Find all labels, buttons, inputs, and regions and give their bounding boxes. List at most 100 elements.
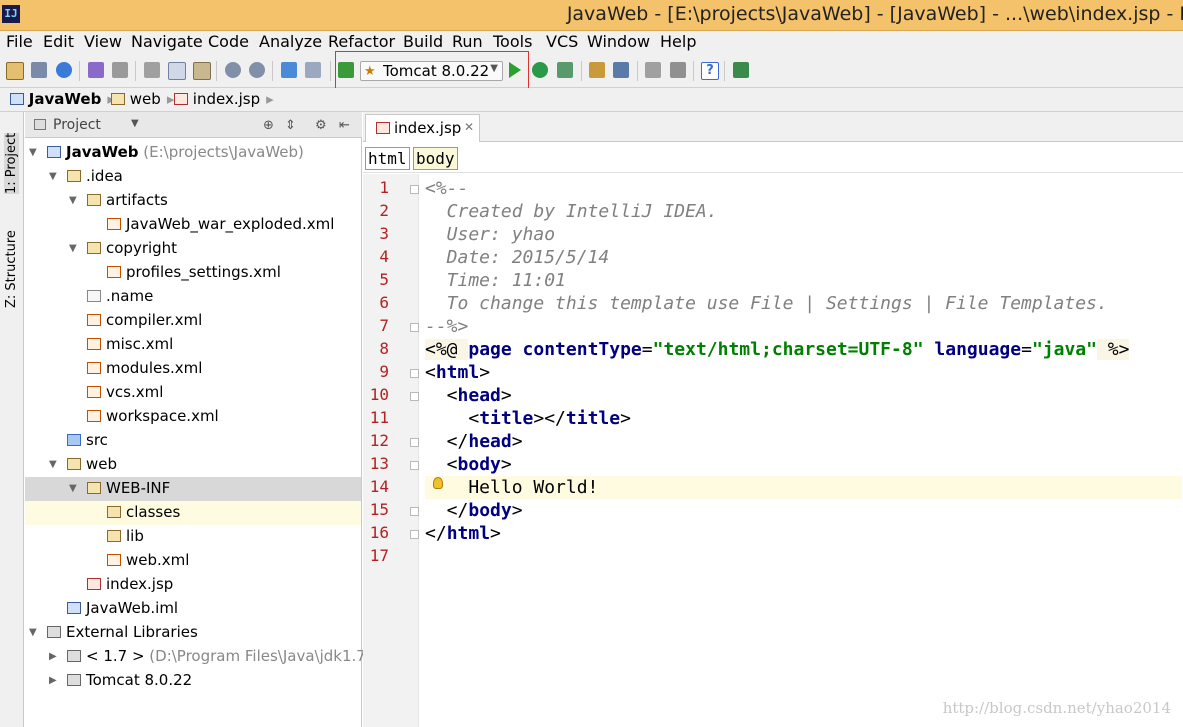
tree-item[interactable]: ▼ .idea <box>25 165 361 189</box>
save-icon[interactable] <box>31 62 47 78</box>
intention-bulb-icon[interactable] <box>433 477 443 489</box>
tag-crumb-body[interactable]: body <box>413 147 458 170</box>
tree-item[interactable]: src <box>25 429 361 453</box>
find-icon[interactable] <box>225 62 241 78</box>
tool-tab-project[interactable]: 1: Project <box>4 132 19 194</box>
undo-icon[interactable] <box>88 62 104 78</box>
tree-item[interactable]: profiles_settings.xml <box>25 261 361 285</box>
tree-item[interactable]: ▼ web <box>25 453 361 477</box>
chevron-right-icon[interactable]: ▶ <box>49 675 57 686</box>
forward-icon[interactable] <box>305 62 321 78</box>
debug-icon[interactable] <box>532 62 548 78</box>
menu-tools[interactable]: Tools <box>493 32 532 51</box>
run-config-dropdown[interactable]: ★ Tomcat 8.0.22 ▼ <box>360 61 503 81</box>
hide-icon[interactable]: ⇤ <box>339 118 350 133</box>
tree-item[interactable]: ▶ Tomcat 8.0.22 <box>25 669 361 693</box>
menu-code[interactable]: Code <box>208 32 249 51</box>
chevron-right-icon[interactable]: ▶ <box>49 651 57 662</box>
menu-refactor[interactable]: Refactor <box>328 32 395 51</box>
tree-item[interactable]: compiler.xml <box>25 309 361 333</box>
tree-item[interactable]: JavaWeb_war_exploded.xml <box>25 213 361 237</box>
tree-item-label: profiles_settings.xml <box>126 263 281 281</box>
tree-item[interactable]: ▼ artifacts <box>25 189 361 213</box>
menu-navigate[interactable]: Navigate <box>131 32 203 51</box>
menu-help[interactable]: Help <box>660 32 696 51</box>
tree-item[interactable]: .name <box>25 285 361 309</box>
tree-item[interactable]: workspace.xml <box>25 405 361 429</box>
tree-item[interactable]: ▼ WEB-INF <box>25 477 361 501</box>
plugin-icon[interactable] <box>733 62 749 78</box>
chevron-down-icon[interactable]: ▼ <box>29 627 37 638</box>
settings-icon[interactable] <box>589 62 605 78</box>
fold-marker-icon[interactable] <box>410 369 419 378</box>
tree-item[interactable]: index.jsp <box>25 573 361 597</box>
tree-item-label: src <box>86 431 108 449</box>
copy-icon[interactable] <box>168 62 186 80</box>
run-icon[interactable] <box>509 62 521 78</box>
fold-marker-icon[interactable] <box>410 507 419 516</box>
sdk-icon[interactable] <box>645 62 661 78</box>
fold-marker-icon[interactable] <box>410 461 419 470</box>
paste-icon[interactable] <box>193 62 211 80</box>
tree-item[interactable]: web.xml <box>25 549 361 573</box>
fold-marker-icon[interactable] <box>410 438 419 447</box>
breadcrumb-item-project[interactable]: JavaWeb▸ <box>10 90 115 108</box>
fold-marker-icon[interactable] <box>410 530 419 539</box>
tool-tab-structure[interactable]: Z: Structure <box>4 230 19 308</box>
menu-edit[interactable]: Edit <box>43 32 74 51</box>
cut-icon[interactable] <box>144 62 160 78</box>
tree-item[interactable]: vcs.xml <box>25 381 361 405</box>
menu-run[interactable]: Run <box>452 32 483 51</box>
tree-item[interactable]: ▼ JavaWeb (E:\projects\JavaWeb) <box>25 141 361 165</box>
menu-vcs[interactable]: VCS <box>546 32 578 51</box>
sync-icon[interactable] <box>56 62 72 78</box>
coverage-icon[interactable] <box>557 62 573 78</box>
tree-item[interactable]: ▼ copyright <box>25 237 361 261</box>
tree-item[interactable]: lib <box>25 525 361 549</box>
code-token: <%-- <box>425 178 469 199</box>
tag-crumb-html[interactable]: html <box>365 147 410 170</box>
collapse-icon[interactable]: ⇕ <box>285 118 296 133</box>
menu-file[interactable]: File <box>6 32 33 51</box>
menu-window[interactable]: Window <box>587 32 650 51</box>
fold-marker-icon[interactable] <box>410 323 419 332</box>
chevron-down-icon[interactable]: ▼ <box>49 459 57 470</box>
menu-build[interactable]: Build <box>403 32 443 51</box>
open-icon[interactable] <box>6 62 24 80</box>
chevron-down-icon: ▼ <box>490 63 498 74</box>
chevron-down-icon[interactable]: ▼ <box>29 147 37 158</box>
project-structure-icon[interactable] <box>613 62 629 78</box>
close-icon[interactable]: ✕ <box>464 120 474 134</box>
fold-marker-icon[interactable] <box>410 392 419 401</box>
code-line: <body> <box>425 453 1182 476</box>
gear-icon[interactable]: ⚙ <box>315 118 327 133</box>
back-icon[interactable] <box>281 62 297 78</box>
replace-icon[interactable] <box>249 62 265 78</box>
chevron-down-icon[interactable]: ▼ <box>131 118 139 129</box>
breadcrumb-item-file[interactable]: index.jsp ▸ <box>174 90 274 108</box>
fold-marker-icon[interactable] <box>410 185 419 194</box>
tree-item[interactable]: JavaWeb.iml <box>25 597 361 621</box>
tree-item[interactable]: classes <box>25 501 361 525</box>
chevron-down-icon[interactable]: ▼ <box>69 195 77 206</box>
tree-item[interactable]: modules.xml <box>25 357 361 381</box>
help-icon[interactable]: ? <box>701 62 719 80</box>
tab-index-jsp[interactable]: index.jsp ✕ <box>365 114 480 142</box>
menu-view[interactable]: View <box>84 32 122 51</box>
breadcrumb-label: JavaWeb <box>28 90 102 108</box>
menu-analyze[interactable]: Analyze <box>259 32 322 51</box>
chevron-down-icon[interactable]: ▼ <box>69 483 77 494</box>
android-icon[interactable] <box>670 62 686 78</box>
tree-item[interactable]: misc.xml <box>25 333 361 357</box>
redo-icon[interactable] <box>112 62 128 78</box>
tree-item-label: vcs.xml <box>106 383 164 401</box>
tree-item[interactable]: ▼ External Libraries <box>25 621 361 645</box>
line-number: 15 <box>369 500 389 519</box>
breadcrumb-item-web[interactable]: web ▸ <box>111 90 174 108</box>
locate-icon[interactable]: ⊕ <box>263 118 274 133</box>
chevron-down-icon[interactable]: ▼ <box>49 171 57 182</box>
code-token: </ <box>425 431 469 452</box>
tree-item[interactable]: ▶ < 1.7 > (D:\Program Files\Java\jdk1.7.0 <box>25 645 380 669</box>
chevron-down-icon[interactable]: ▼ <box>69 243 77 254</box>
tree-item-label: .idea <box>86 167 123 185</box>
